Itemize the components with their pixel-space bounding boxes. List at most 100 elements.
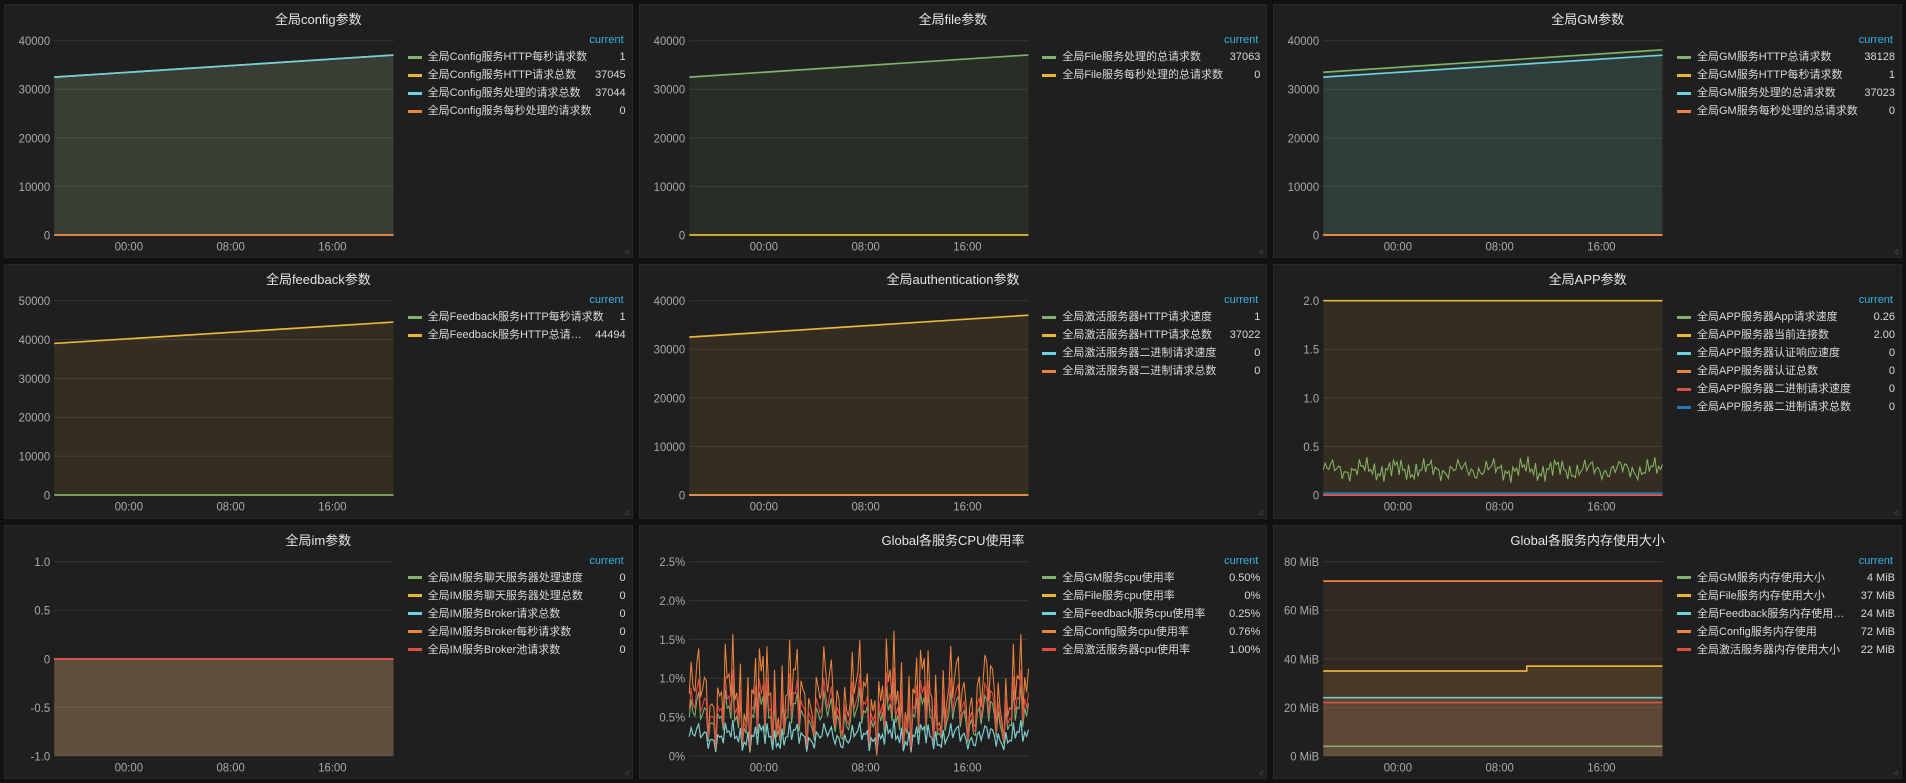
panel-config[interactable]: 全局config参数01000020000300004000000:0008:0… — [4, 4, 633, 258]
legend-row[interactable]: 全局GM服务处理的总请求数37023 — [1677, 84, 1895, 102]
legend-row[interactable]: 全局激活服务器cpu使用率1.00% — [1042, 641, 1260, 659]
legend-label: 全局激活服务器内存使用大小 — [1697, 642, 1855, 658]
panel-title[interactable]: 全局config参数 — [5, 5, 632, 30]
resize-handle-icon[interactable] — [622, 247, 630, 255]
chart-area[interactable]: 01000020000300004000000:0008:0016:00 — [5, 30, 404, 257]
legend-row[interactable]: 全局激活服务器HTTP请求速度1 — [1042, 308, 1260, 326]
legend-row[interactable]: 全局Config服务处理的请求总数37044 — [408, 84, 626, 102]
legend-row[interactable]: 全局File服务每秒处理的总请求数0 — [1042, 66, 1260, 84]
legend-row[interactable]: 全局APP服务器当前连接数2.00 — [1677, 326, 1895, 344]
legend-row[interactable]: 全局Feedback服务内存使用大小24 MiB — [1677, 605, 1895, 623]
panel-file[interactable]: 全局file参数01000020000300004000000:0008:001… — [639, 4, 1268, 258]
svg-text:08:00: 08:00 — [851, 760, 880, 775]
legend-row[interactable]: 全局APP服务器认证响应速度0 — [1677, 344, 1895, 362]
chart-area[interactable]: 01000020000300004000000:0008:0016:00 — [640, 30, 1039, 257]
legend-label: 全局GM服务HTTP总请求数 — [1697, 49, 1858, 65]
legend-swatch — [1042, 316, 1056, 319]
legend-row[interactable]: 全局IM服务Broker每秒请求数0 — [408, 623, 626, 641]
chart-area[interactable]: 0%0.5%1.0%1.5%2.0%2.5%00:0008:0016:00 — [640, 551, 1039, 778]
svg-text:0 MiB: 0 MiB — [1291, 749, 1320, 764]
legend-row[interactable]: 全局激活服务器HTTP请求总数37022 — [1042, 326, 1260, 344]
legend-row[interactable]: 全局Feedback服务HTTP总请求数44494 — [408, 326, 626, 344]
resize-handle-icon[interactable] — [1256, 247, 1264, 255]
svg-text:0.5: 0.5 — [1304, 440, 1320, 455]
legend-value: 38128 — [1858, 49, 1895, 65]
panel-title[interactable]: 全局authentication参数 — [640, 265, 1267, 290]
legend-row[interactable]: 全局GM服务每秒处理的总请求数0 — [1677, 102, 1895, 120]
panel-feedback[interactable]: 全局feedback参数0100002000030000400005000000… — [4, 264, 633, 518]
legend-label: 全局APP服务器App请求速度 — [1697, 309, 1868, 325]
legend-row[interactable]: 全局激活服务器二进制请求速度0 — [1042, 344, 1260, 362]
panel-mem[interactable]: Global各服务内存使用大小0 MiB20 MiB40 MiB60 MiB80… — [1273, 525, 1902, 779]
legend-row[interactable]: 全局Config服务内存使用72 MiB — [1677, 623, 1895, 641]
legend-label: 全局APP服务器二进制请求总数 — [1697, 399, 1883, 415]
legend-row[interactable]: 全局IM服务聊天服务器处理速度0 — [408, 569, 626, 587]
legend-row[interactable]: 全局File服务内存使用大小37 MiB — [1677, 587, 1895, 605]
legend-row[interactable]: 全局GM服务HTTP总请求数38128 — [1677, 48, 1895, 66]
legend: current全局激活服务器HTTP请求速度1全局激活服务器HTTP请求总数37… — [1038, 290, 1266, 517]
legend-swatch — [1677, 316, 1691, 319]
resize-handle-icon[interactable] — [622, 768, 630, 776]
resize-handle-icon[interactable] — [622, 508, 630, 516]
resize-handle-icon[interactable] — [1256, 508, 1264, 516]
chart-area[interactable]: 01000020000300004000000:0008:0016:00 — [1274, 30, 1673, 257]
legend-row[interactable]: 全局APP服务器App请求速度0.26 — [1677, 308, 1895, 326]
legend-row[interactable]: 全局IM服务Broker请求总数0 — [408, 605, 626, 623]
legend-header: current — [1677, 34, 1895, 48]
legend-label: 全局Feedback服务cpu使用率 — [1062, 606, 1223, 622]
panel-im[interactable]: 全局im参数-1.0-0.500.51.000:0008:0016:00 curr… — [4, 525, 633, 779]
legend-row[interactable]: 全局IM服务聊天服务器处理总数0 — [408, 587, 626, 605]
resize-handle-icon[interactable] — [1891, 247, 1899, 255]
legend-row[interactable]: 全局APP服务器二进制请求总数0 — [1677, 398, 1895, 416]
panel-title[interactable]: Global各服务内存使用大小 — [1274, 526, 1901, 551]
panel-title[interactable]: 全局feedback参数 — [5, 265, 632, 290]
chart-area[interactable]: -1.0-0.500.51.000:0008:0016:00 — [5, 551, 404, 778]
resize-handle-icon[interactable] — [1891, 768, 1899, 776]
legend-row[interactable]: 全局APP服务器二进制请求速度0 — [1677, 380, 1895, 398]
panel-cpu[interactable]: Global各服务CPU使用率0%0.5%1.0%1.5%2.0%2.5%00:… — [639, 525, 1268, 779]
legend-row[interactable]: 全局GM服务cpu使用率0.50% — [1042, 569, 1260, 587]
legend-value: 0 — [1248, 67, 1260, 83]
legend-row[interactable]: 全局Config服务HTTP请求总数37045 — [408, 66, 626, 84]
svg-text:-1.0: -1.0 — [31, 749, 51, 764]
resize-handle-icon[interactable] — [1256, 768, 1264, 776]
legend-swatch — [408, 576, 422, 579]
panel-title[interactable]: 全局im参数 — [5, 526, 632, 551]
legend-value: 0 — [1883, 399, 1895, 415]
legend-swatch — [408, 612, 422, 615]
svg-text:10000: 10000 — [653, 440, 685, 455]
panel-title[interactable]: 全局GM参数 — [1274, 5, 1901, 30]
resize-handle-icon[interactable] — [1891, 508, 1899, 516]
svg-text:08:00: 08:00 — [1486, 760, 1515, 775]
panel-title[interactable]: Global各服务CPU使用率 — [640, 526, 1267, 551]
legend-row[interactable]: 全局Feedback服务HTTP每秒请求数1 — [408, 308, 626, 326]
legend-label: 全局IM服务Broker每秒请求数 — [428, 624, 614, 640]
chart-area[interactable]: 01000020000300004000000:0008:0016:00 — [640, 290, 1039, 517]
legend-row[interactable]: 全局Config服务HTTP每秒请求数1 — [408, 48, 626, 66]
chart-area[interactable]: 0 MiB20 MiB40 MiB60 MiB80 MiB00:0008:001… — [1274, 551, 1673, 778]
legend-header: current — [408, 555, 626, 569]
panel-title[interactable]: 全局APP参数 — [1274, 265, 1901, 290]
legend-value: 0.25% — [1223, 606, 1260, 622]
legend-label: 全局File服务内存使用大小 — [1697, 588, 1855, 604]
svg-text:16:00: 16:00 — [318, 500, 347, 515]
chart-area[interactable]: 00.51.01.52.000:0008:0016:00 — [1274, 290, 1673, 517]
legend-row[interactable]: 全局激活服务器内存使用大小22 MiB — [1677, 641, 1895, 659]
panel-app[interactable]: 全局APP参数00.51.01.52.000:0008:0016:00curre… — [1273, 264, 1902, 518]
legend-row[interactable]: 全局APP服务器认证总数0 — [1677, 362, 1895, 380]
chart-area[interactable]: 0100002000030000400005000000:0008:0016:0… — [5, 290, 404, 517]
legend-value: 24 MiB — [1855, 606, 1895, 622]
legend-row[interactable]: 全局Config服务cpu使用率0.76% — [1042, 623, 1260, 641]
legend-row[interactable]: 全局Feedback服务cpu使用率0.25% — [1042, 605, 1260, 623]
legend-row[interactable]: 全局激活服务器二进制请求总数0 — [1042, 362, 1260, 380]
legend-row[interactable]: 全局IM服务Broker池请求数0 — [408, 641, 626, 659]
legend-row[interactable]: 全局GM服务HTTP每秒请求数1 — [1677, 66, 1895, 84]
legend-value: 72 MiB — [1855, 624, 1895, 640]
legend-row[interactable]: 全局File服务处理的总请求数37063 — [1042, 48, 1260, 66]
legend-row[interactable]: 全局GM服务内存使用大小4 MiB — [1677, 569, 1895, 587]
legend-row[interactable]: 全局File服务cpu使用率0% — [1042, 587, 1260, 605]
panel-gm[interactable]: 全局GM参数01000020000300004000000:0008:0016:… — [1273, 4, 1902, 258]
panel-authentication[interactable]: 全局authentication参数0100002000030000400000… — [639, 264, 1268, 518]
panel-title[interactable]: 全局file参数 — [640, 5, 1267, 30]
legend-row[interactable]: 全局Config服务每秒处理的请求数0 — [408, 102, 626, 120]
